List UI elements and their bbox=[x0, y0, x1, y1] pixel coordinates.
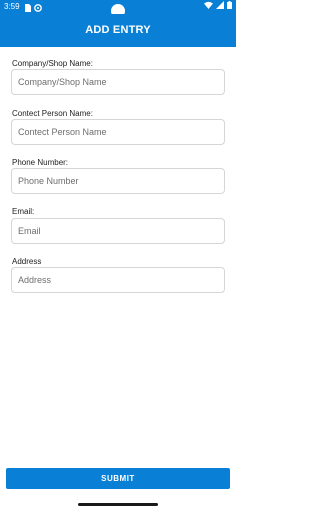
email-label: Email: bbox=[12, 207, 35, 216]
status-left-icons bbox=[24, 3, 42, 12]
battery-icon bbox=[227, 0, 232, 14]
address-input[interactable] bbox=[11, 267, 225, 293]
status-right-icons bbox=[204, 0, 232, 14]
company-name-label: Company/Shop Name: bbox=[12, 59, 93, 68]
status-time: 3:59 bbox=[4, 2, 20, 11]
navigation-handle[interactable] bbox=[78, 503, 158, 506]
screen: 3:59 ADD ENTRY Company/Shop Name: Compan… bbox=[0, 0, 236, 512]
sim-card-icon bbox=[24, 3, 31, 12]
email-input[interactable] bbox=[11, 218, 225, 244]
phone-number-input[interactable] bbox=[11, 168, 225, 194]
submit-button[interactable]: SUBMIT bbox=[6, 468, 230, 489]
contact-person-label: Contect Person Name: bbox=[12, 109, 93, 118]
wifi-icon bbox=[204, 0, 213, 14]
signal-icon bbox=[216, 0, 224, 14]
status-bar: 3:59 bbox=[0, 0, 236, 18]
company-name-input[interactable] bbox=[11, 69, 225, 95]
contact-person-input[interactable] bbox=[11, 119, 225, 145]
page-title: ADD ENTRY bbox=[85, 24, 151, 36]
settings-gear-icon bbox=[34, 3, 42, 12]
app-bar: ADD ENTRY bbox=[0, 14, 236, 47]
phone-number-label: Phone Number: bbox=[12, 158, 69, 167]
address-label: Address bbox=[12, 257, 42, 266]
